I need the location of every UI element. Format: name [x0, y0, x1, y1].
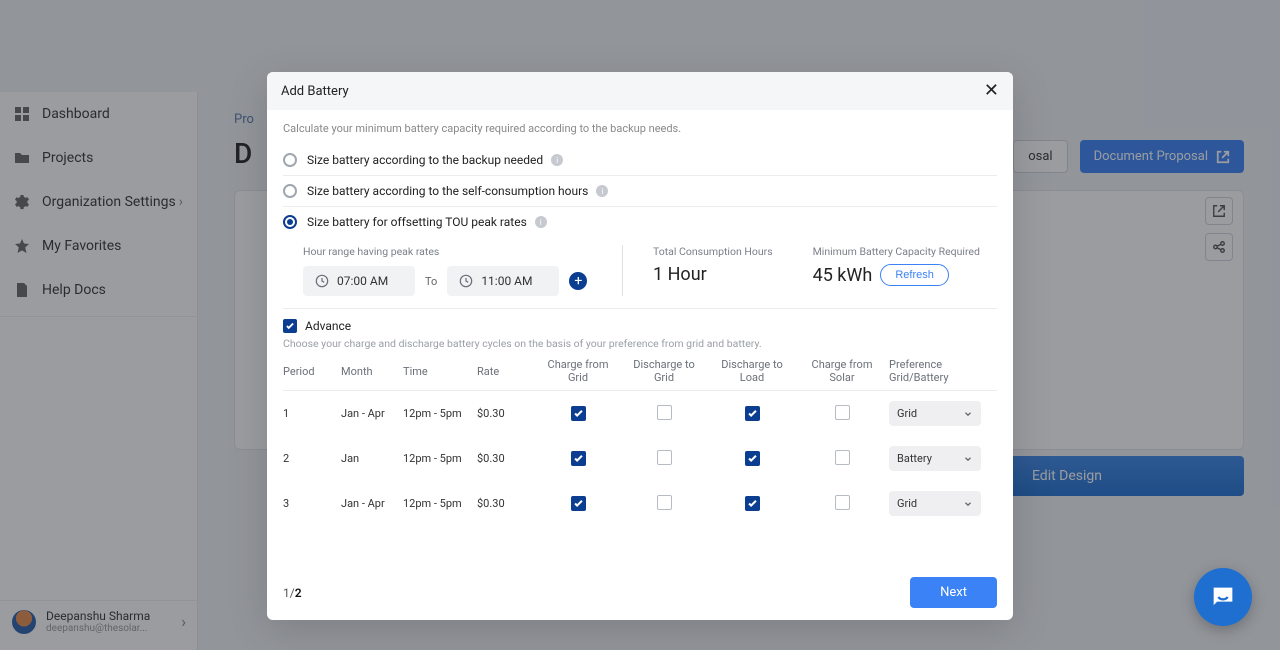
checkbox-icon	[283, 319, 297, 333]
peak-to-time-input[interactable]: 11:00 AM	[447, 266, 559, 296]
advance-subtitle: Choose your charge and discharge battery…	[283, 337, 997, 350]
total-consumption-label: Total Consumption Hours	[653, 245, 773, 258]
discharge-to-grid-checkbox[interactable]	[657, 405, 672, 420]
cell-month: Jan - Apr	[341, 407, 399, 420]
modal-body: Calculate your minimum battery capacity …	[267, 110, 1013, 565]
min-capacity-label: Minimum Battery Capacity Required	[813, 245, 980, 258]
charge-from-solar-checkbox[interactable]	[835, 405, 850, 420]
hour-range-label: Hour range having peak rates	[303, 245, 602, 258]
cell-time: 12pm - 5pm	[403, 452, 473, 465]
cell-period: 1	[283, 407, 337, 420]
time-value: 07:00 AM	[337, 274, 388, 288]
to-label: To	[425, 275, 437, 288]
col-dtl: Discharge to Load	[709, 358, 795, 384]
radio-icon	[283, 215, 297, 229]
sizing-option-self-consumption[interactable]: Size battery according to the self-consu…	[283, 176, 997, 207]
info-icon[interactable]: i	[535, 216, 547, 228]
cell-rate: $0.30	[477, 497, 533, 510]
table-row: 3 Jan - Apr 12pm - 5pm $0.30 Grid	[283, 481, 997, 526]
discharge-to-grid-checkbox[interactable]	[657, 495, 672, 510]
charge-from-grid-checkbox[interactable]	[571, 451, 586, 466]
preference-select[interactable]: Grid	[889, 491, 981, 516]
charge-from-grid-checkbox[interactable]	[571, 406, 586, 421]
pager: 1/2	[283, 586, 302, 600]
sizing-option-backup[interactable]: Size battery according to the backup nee…	[283, 145, 997, 176]
preference-select[interactable]: Grid	[889, 401, 981, 426]
cell-time: 12pm - 5pm	[403, 497, 473, 510]
cell-period: 3	[283, 497, 337, 510]
advance-checkbox[interactable]: Advance	[283, 319, 997, 333]
clock-icon	[459, 274, 473, 288]
radio-icon	[283, 153, 297, 167]
preference-select[interactable]: Battery	[889, 446, 981, 471]
info-icon[interactable]: i	[551, 154, 563, 166]
col-time: Time	[403, 365, 473, 378]
option-label: Size battery according to the self-consu…	[307, 184, 588, 198]
discharge-to-load-checkbox[interactable]	[745, 406, 760, 421]
cell-month: Jan	[341, 452, 399, 465]
col-month: Month	[341, 365, 399, 378]
info-icon[interactable]: i	[596, 185, 608, 197]
charge-from-grid-checkbox[interactable]	[571, 496, 586, 511]
add-battery-modal: Add Battery ✕ Calculate your minimum bat…	[267, 72, 1013, 620]
chat-icon	[1209, 583, 1237, 611]
min-capacity-value: 45 kWh	[813, 265, 873, 286]
refresh-button[interactable]: Refresh	[880, 264, 949, 286]
discharge-to-load-checkbox[interactable]	[745, 451, 760, 466]
cell-period: 2	[283, 452, 337, 465]
modal-footer: 1/2 Next	[267, 565, 1013, 620]
col-rate: Rate	[477, 365, 533, 378]
discharge-to-grid-checkbox[interactable]	[657, 450, 672, 465]
col-dtg: Discharge to Grid	[623, 358, 705, 384]
close-icon[interactable]: ✕	[984, 82, 999, 100]
chat-bubble-button[interactable]	[1194, 568, 1252, 626]
col-cfg: Charge from Grid	[537, 358, 619, 384]
cell-month: Jan - Apr	[341, 497, 399, 510]
option-label: Size battery according to the backup nee…	[307, 153, 543, 167]
modal-header: Add Battery ✕	[267, 72, 1013, 110]
radio-icon	[283, 184, 297, 198]
modal-subtitle: Calculate your minimum battery capacity …	[283, 122, 997, 135]
discharge-to-load-checkbox[interactable]	[745, 496, 760, 511]
time-value: 11:00 AM	[481, 274, 532, 288]
cell-rate: $0.30	[477, 452, 533, 465]
charge-from-solar-checkbox[interactable]	[835, 450, 850, 465]
total-consumption-value: 1 Hour	[653, 264, 773, 285]
cell-rate: $0.30	[477, 407, 533, 420]
clock-icon	[315, 274, 329, 288]
sizing-option-tou[interactable]: Size battery for offsetting TOU peak rat…	[283, 207, 997, 237]
cell-time: 12pm - 5pm	[403, 407, 473, 420]
add-range-button[interactable]: +	[569, 272, 587, 290]
table-header: Period Month Time Rate Charge from Grid …	[283, 358, 997, 391]
peak-from-time-input[interactable]: 07:00 AM	[303, 266, 415, 296]
next-button[interactable]: Next	[910, 577, 997, 608]
modal-title: Add Battery	[281, 84, 349, 99]
col-period: Period	[283, 365, 337, 378]
tou-panel: Hour range having peak rates 07:00 AM To…	[283, 241, 997, 296]
option-label: Size battery for offsetting TOU peak rat…	[307, 215, 527, 229]
advance-label: Advance	[305, 319, 351, 333]
col-cfs: Charge from Solar	[799, 358, 885, 384]
table-row: 1 Jan - Apr 12pm - 5pm $0.30 Grid	[283, 391, 997, 436]
table-row: 2 Jan 12pm - 5pm $0.30 Battery	[283, 436, 997, 481]
cycles-table: Period Month Time Rate Charge from Grid …	[283, 358, 997, 526]
charge-from-solar-checkbox[interactable]	[835, 495, 850, 510]
col-pref: Preference Grid/Battery	[889, 358, 989, 384]
